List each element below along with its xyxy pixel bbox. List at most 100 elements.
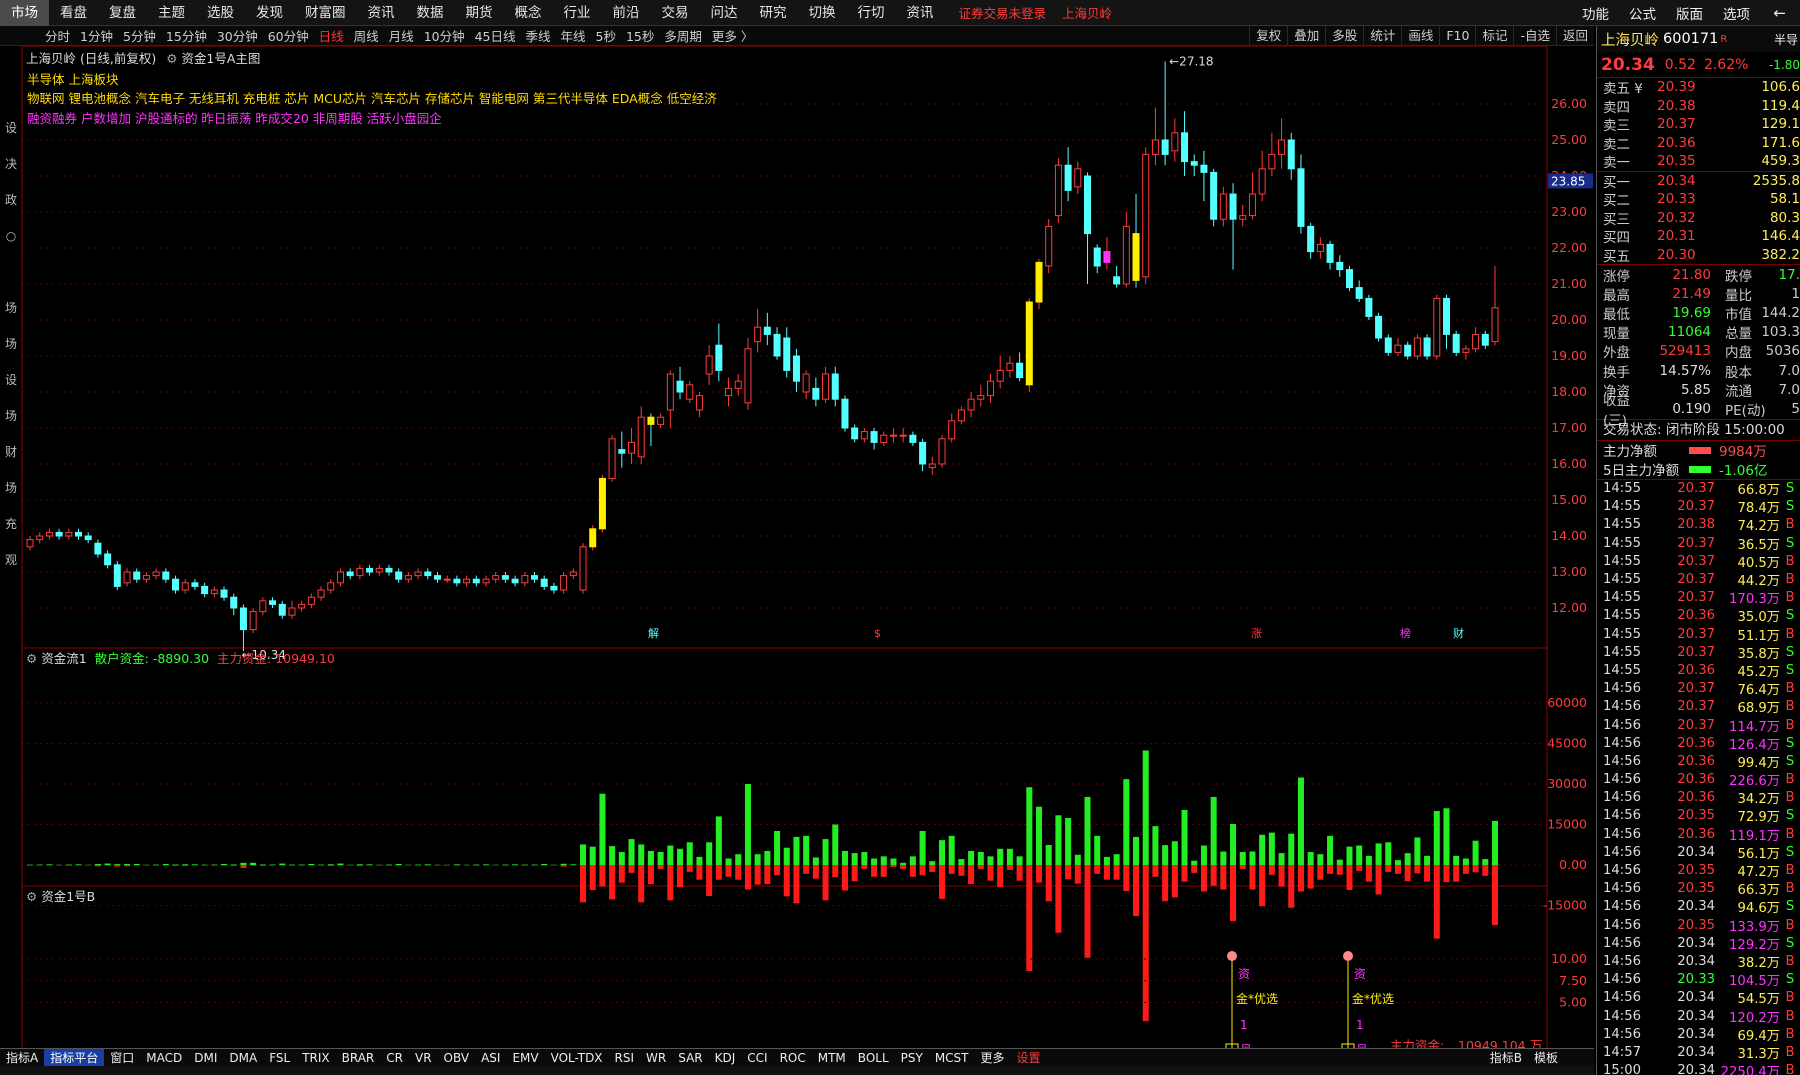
bid-row[interactable]: 买四 20.31 146.4 [1597, 227, 1800, 246]
top-menu-item[interactable]: 资讯 [896, 0, 945, 26]
flow-bar-red [211, 865, 218, 866]
ask-row[interactable]: 卖一 20.35 459.3 [1597, 152, 1800, 171]
indicator-tab[interactable]: SAR [672, 1051, 708, 1065]
indicator-tab[interactable]: 指标A [0, 1049, 44, 1066]
candle-body [1258, 168, 1266, 195]
indicator-tab[interactable]: CR [380, 1051, 409, 1065]
indicator-tab[interactable]: VR [409, 1051, 438, 1065]
top-menu-item[interactable]: 数据 [406, 0, 455, 26]
indicator-tab[interactable]: 模板 [1528, 1049, 1564, 1066]
top-menu-item[interactable]: 行业 [553, 0, 602, 26]
top-menu-item[interactable]: 期货 [455, 0, 504, 26]
indicator-tab[interactable]: 指标B [1484, 1049, 1528, 1066]
top-menu-item[interactable]: 市场 [0, 0, 49, 26]
tick-side: B [1785, 699, 1795, 715]
event-marker[interactable]: 涨 [1251, 627, 1262, 640]
top-right-item[interactable]: 公式 [1619, 3, 1666, 23]
top-menu-item[interactable]: 研究 [749, 0, 798, 26]
event-marker[interactable]: 解 [648, 626, 659, 640]
price-axis-label: 19.00 [1551, 348, 1587, 363]
top-menu-item[interactable]: 行切 [847, 0, 896, 26]
indicator-tab[interactable]: BRAR [336, 1051, 381, 1065]
top-menu-item[interactable]: 前沿 [602, 0, 651, 26]
indicator-tab[interactable]: TRIX [296, 1051, 335, 1065]
candle-body [705, 355, 713, 375]
top-right-item[interactable]: 功能 [1572, 3, 1619, 23]
indicator-tab[interactable]: DMI [188, 1051, 223, 1065]
bid-row[interactable]: 买三 20.32 80.3 [1597, 209, 1800, 228]
event-marker[interactable]: $ [874, 627, 881, 640]
candle-body [1035, 261, 1043, 303]
top-right-item[interactable]: 选项 [1713, 3, 1760, 23]
top-menu-item[interactable]: 问达 [700, 0, 749, 26]
candle-body [996, 369, 1004, 382]
tick-row: 14:56 20.37 68.9万 B [1597, 698, 1800, 716]
top-menu-item[interactable]: 主题 [147, 0, 196, 26]
indicator-tab[interactable]: 窗口 [104, 1049, 140, 1066]
indicator-tab[interactable]: MACD [140, 1051, 188, 1065]
indicator-tab[interactable]: OBV [438, 1051, 476, 1065]
gear-icon[interactable]: ⚙ [26, 651, 37, 666]
indicator-tab[interactable]: WR [640, 1051, 672, 1065]
candle-body [84, 535, 92, 541]
back-arrow-icon[interactable]: ← [1773, 0, 1786, 26]
indicator-tab[interactable]: MCST [929, 1051, 975, 1065]
candle-body [1219, 193, 1227, 220]
kline-chart[interactable]: 26.0025.0024.0023.0022.0021.0020.0019.00… [0, 26, 1594, 1048]
flow-bar-green [415, 864, 422, 866]
indicator-tab[interactable]: EMV [506, 1051, 544, 1065]
top-menu-item[interactable]: 财富圈 [294, 0, 357, 26]
indicator-tab[interactable]: MTM [812, 1051, 852, 1065]
tick-time: 14:56 [1603, 990, 1642, 1006]
candle-body [1413, 337, 1421, 357]
tick-side: B [1785, 953, 1795, 969]
indicator-tab[interactable]: FSL [263, 1051, 296, 1065]
top-menu-item[interactable]: 发现 [245, 0, 294, 26]
indicator-tab[interactable]: KDJ [709, 1051, 742, 1065]
event-marker[interactable]: 榜 [1400, 626, 1411, 640]
flow-bar-green [1152, 826, 1159, 865]
flow-bar-green [715, 816, 722, 865]
indicator-tab[interactable]: CCI [741, 1051, 773, 1065]
flow-bar-red [1336, 865, 1343, 875]
indicator-tab[interactable]: ROC [774, 1051, 812, 1065]
candle-body [104, 553, 112, 566]
ask-row[interactable]: 卖三 20.37 129.1 [1597, 115, 1800, 134]
bid-row[interactable]: 买一 20.34 2535.8 [1597, 172, 1800, 191]
top-right-item[interactable]: 版面 [1666, 3, 1713, 23]
ask-row[interactable]: 卖四 20.38 119.4 [1597, 97, 1800, 116]
bid-row[interactable]: 买二 20.33 58.1 [1597, 190, 1800, 209]
login-warning[interactable]: 证券交易未登录 [959, 3, 1047, 22]
candle-body [1054, 164, 1062, 217]
top-menu-item[interactable]: 复盘 [98, 0, 147, 26]
flow-bar-red [531, 865, 538, 866]
bid-row[interactable]: 买五 20.30 382.2 [1597, 246, 1800, 265]
top-menu-item[interactable]: 看盘 [49, 0, 98, 26]
bid-volume: 146.4 [1761, 228, 1800, 245]
top-menu-item[interactable]: 切换 [798, 0, 847, 26]
gear-icon[interactable]: ⚙ [26, 889, 37, 904]
candle-body [909, 434, 917, 443]
candle-body [1103, 251, 1111, 263]
indicator-tab[interactable]: DMA [223, 1051, 263, 1065]
event-marker[interactable]: 财 [1453, 626, 1464, 640]
indicator-tab[interactable]: PSY [895, 1051, 929, 1065]
ask-row[interactable]: 卖二 20.36 171.6 [1597, 134, 1800, 153]
tick-time: 14:55 [1603, 553, 1642, 569]
indicator-tab[interactable]: RSI [609, 1051, 641, 1065]
indicator-tab[interactable]: 设置 [1011, 1049, 1047, 1066]
candle-body [831, 373, 839, 400]
sector-tag[interactable]: 半导 [1774, 31, 1800, 48]
top-menu-item[interactable]: 概念 [504, 0, 553, 26]
top-menu-item[interactable]: 选股 [196, 0, 245, 26]
indicator-tab[interactable]: 指标平台 [44, 1049, 105, 1066]
top-menu-item[interactable]: 交易 [651, 0, 700, 26]
indicator-tab[interactable]: ASI [475, 1051, 506, 1065]
flow-bar [1689, 446, 1711, 454]
indicator-tab[interactable]: VOL-TDX [545, 1051, 609, 1065]
indicator-tab[interactable]: 更多 [975, 1049, 1011, 1066]
candle-body [433, 575, 441, 580]
top-menu-item[interactable]: 资讯 [357, 0, 406, 26]
ask-row[interactable]: 卖五 ¥ 20.39 106.6 [1597, 78, 1800, 97]
indicator-tab[interactable]: BOLL [852, 1051, 895, 1065]
